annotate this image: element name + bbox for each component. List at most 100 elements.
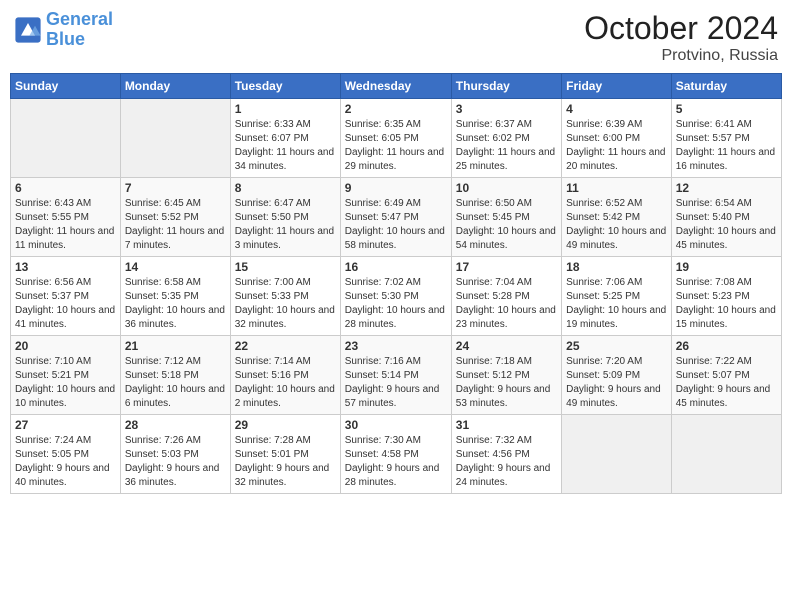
day-number: 7 <box>125 181 226 195</box>
weekday-header-row: SundayMondayTuesdayWednesdayThursdayFrid… <box>11 74 782 99</box>
day-number: 30 <box>345 418 447 432</box>
day-number: 2 <box>345 102 447 116</box>
weekday-header: Saturday <box>671 74 781 99</box>
day-info: Sunrise: 7:20 AMSunset: 5:09 PMDaylight:… <box>566 355 667 411</box>
day-number: 18 <box>566 260 667 274</box>
calendar-cell: 5Sunrise: 6:41 AMSunset: 5:57 PMDaylight… <box>671 99 781 178</box>
day-info: Sunrise: 7:18 AMSunset: 5:12 PMDaylight:… <box>456 355 557 411</box>
day-info: Sunrise: 7:00 AMSunset: 5:33 PMDaylight:… <box>235 276 336 332</box>
day-number: 8 <box>235 181 336 195</box>
day-info: Sunrise: 7:22 AMSunset: 5:07 PMDaylight:… <box>676 355 777 411</box>
day-info: Sunrise: 7:16 AMSunset: 5:14 PMDaylight:… <box>345 355 447 411</box>
day-number: 23 <box>345 339 447 353</box>
day-info: Sunrise: 7:24 AMSunset: 5:05 PMDaylight:… <box>15 434 116 490</box>
calendar-cell: 30Sunrise: 7:30 AMSunset: 4:58 PMDayligh… <box>340 415 451 494</box>
weekday-header: Sunday <box>11 74 121 99</box>
calendar-week-row: 6Sunrise: 6:43 AMSunset: 5:55 PMDaylight… <box>11 178 782 257</box>
calendar-cell: 14 Sunrise: 6:58 AMSunset: 5:35 PMDayligh… <box>120 257 230 336</box>
calendar-cell: 8 Sunrise: 6:47 AMSunset: 5:50 PMDaylight… <box>230 178 340 257</box>
day-number: 5 <box>676 102 777 116</box>
day-info: Sunrise: 7:02 AMSunset: 5:30 PMDaylight:… <box>345 276 447 332</box>
calendar-cell: 21Sunrise: 7:12 AMSunset: 5:18 PMDayligh… <box>120 336 230 415</box>
day-info: Sunrise: 7:32 AMSunset: 4:56 PMDaylight:… <box>456 434 557 490</box>
day-number: 29 <box>235 418 336 432</box>
day-number: 11 <box>566 181 667 195</box>
weekday-header: Friday <box>562 74 672 99</box>
day-info: Sunrise: 6:45 AMSunset: 5:52 PMDaylight:… <box>125 197 226 253</box>
day-number: 10 <box>456 181 557 195</box>
calendar-week-row: 13Sunrise: 6:56 AMSunset: 5:37 PMDayligh… <box>11 257 782 336</box>
day-number: 20 <box>15 339 116 353</box>
calendar-week-row: 27 Sunrise: 7:24 AMSunset: 5:05 PMDayligh… <box>11 415 782 494</box>
day-number: 12 <box>676 181 777 195</box>
weekday-header: Wednesday <box>340 74 451 99</box>
calendar-cell: 26Sunrise: 7:22 AMSunset: 5:07 PMDayligh… <box>671 336 781 415</box>
day-info: Sunrise: 7:10 AMSunset: 5:21 PMDaylight:… <box>15 355 116 411</box>
day-info: Sunrise: 7:04 AMSunset: 5:28 PMDaylight:… <box>456 276 557 332</box>
title-block: October 2024 Protvino, Russia <box>584 10 778 65</box>
day-number: 16 <box>345 260 447 274</box>
day-number: 21 <box>125 339 226 353</box>
calendar-cell: 11 Sunrise: 6:52 AMSunset: 5:42 PMDayligh… <box>562 178 672 257</box>
day-info: Sunrise: 6:49 AMSunset: 5:47 PMDaylight:… <box>345 197 447 253</box>
calendar-cell: 22 Sunrise: 7:14 AMSunset: 5:16 PMDayligh… <box>230 336 340 415</box>
calendar-cell: 2 Sunrise: 6:35 AMSunset: 6:05 PMDaylight… <box>340 99 451 178</box>
day-number: 9 <box>345 181 447 195</box>
day-number: 19 <box>676 260 777 274</box>
logo: General Blue <box>14 10 113 50</box>
weekday-header: Thursday <box>451 74 561 99</box>
calendar-cell: 1 Sunrise: 6:33 AMSunset: 6:07 PMDaylight… <box>230 99 340 178</box>
calendar-cell: 24 Sunrise: 7:18 AMSunset: 5:12 PMDayligh… <box>451 336 561 415</box>
day-info: Sunrise: 6:47 AMSunset: 5:50 PMDaylight:… <box>235 197 336 253</box>
day-number: 1 <box>235 102 336 116</box>
calendar-cell: 15 Sunrise: 7:00 AMSunset: 5:33 PMDayligh… <box>230 257 340 336</box>
calendar-cell: 3 Sunrise: 6:37 AMSunset: 6:02 PMDaylight… <box>451 99 561 178</box>
month-title: October 2024 <box>584 10 778 47</box>
day-info: Sunrise: 6:50 AMSunset: 5:45 PMDaylight:… <box>456 197 557 253</box>
calendar-cell <box>562 415 672 494</box>
day-number: 3 <box>456 102 557 116</box>
calendar-cell: 7 Sunrise: 6:45 AMSunset: 5:52 PMDaylight… <box>120 178 230 257</box>
day-info: Sunrise: 7:06 AMSunset: 5:25 PMDaylight:… <box>566 276 667 332</box>
page-header: General Blue October 2024 Protvino, Russ… <box>10 10 782 65</box>
day-number: 14 <box>125 260 226 274</box>
day-number: 15 <box>235 260 336 274</box>
day-number: 4 <box>566 102 667 116</box>
day-info: Sunrise: 6:43 AMSunset: 5:55 PMDaylight:… <box>15 197 116 253</box>
calendar-cell <box>11 99 121 178</box>
day-number: 24 <box>456 339 557 353</box>
day-number: 27 <box>15 418 116 432</box>
calendar-cell: 17Sunrise: 7:04 AMSunset: 5:28 PMDayligh… <box>451 257 561 336</box>
calendar-cell: 27 Sunrise: 7:24 AMSunset: 5:05 PMDayligh… <box>11 415 121 494</box>
day-info: Sunrise: 7:28 AMSunset: 5:01 PMDaylight:… <box>235 434 336 490</box>
location: Protvino, Russia <box>584 47 778 65</box>
calendar-cell: 10 Sunrise: 6:50 AMSunset: 5:45 PMDayligh… <box>451 178 561 257</box>
day-info: Sunrise: 6:54 AMSunset: 5:40 PMDaylight:… <box>676 197 777 253</box>
calendar-table: SundayMondayTuesdayWednesdayThursdayFrid… <box>10 73 782 494</box>
calendar-cell <box>671 415 781 494</box>
day-info: Sunrise: 6:37 AMSunset: 6:02 PMDaylight:… <box>456 118 557 174</box>
logo-line2: Blue <box>46 29 85 49</box>
day-info: Sunrise: 7:14 AMSunset: 5:16 PMDaylight:… <box>235 355 336 411</box>
calendar-cell: 6Sunrise: 6:43 AMSunset: 5:55 PMDaylight… <box>11 178 121 257</box>
day-number: 22 <box>235 339 336 353</box>
logo-text: General Blue <box>46 10 113 50</box>
day-info: Sunrise: 6:52 AMSunset: 5:42 PMDaylight:… <box>566 197 667 253</box>
calendar-cell: 19Sunrise: 7:08 AMSunset: 5:23 PMDayligh… <box>671 257 781 336</box>
day-info: Sunrise: 6:58 AMSunset: 5:35 PMDaylight:… <box>125 276 226 332</box>
calendar-cell: 31Sunrise: 7:32 AMSunset: 4:56 PMDayligh… <box>451 415 561 494</box>
weekday-header: Tuesday <box>230 74 340 99</box>
day-info: Sunrise: 6:33 AMSunset: 6:07 PMDaylight:… <box>235 118 336 174</box>
day-info: Sunrise: 6:39 AMSunset: 6:00 PMDaylight:… <box>566 118 667 174</box>
calendar-cell: 16 Sunrise: 7:02 AMSunset: 5:30 PMDayligh… <box>340 257 451 336</box>
calendar-week-row: 20 Sunrise: 7:10 AMSunset: 5:21 PMDayligh… <box>11 336 782 415</box>
day-info: Sunrise: 6:35 AMSunset: 6:05 PMDaylight:… <box>345 118 447 174</box>
calendar-cell: 9 Sunrise: 6:49 AMSunset: 5:47 PMDaylight… <box>340 178 451 257</box>
calendar-cell: 13Sunrise: 6:56 AMSunset: 5:37 PMDayligh… <box>11 257 121 336</box>
calendar-cell: 12 Sunrise: 6:54 AMSunset: 5:40 PMDayligh… <box>671 178 781 257</box>
calendar-cell: 29 Sunrise: 7:28 AMSunset: 5:01 PMDayligh… <box>230 415 340 494</box>
calendar-cell: 4 Sunrise: 6:39 AMSunset: 6:00 PMDaylight… <box>562 99 672 178</box>
calendar-cell <box>120 99 230 178</box>
day-number: 13 <box>15 260 116 274</box>
calendar-week-row: 1 Sunrise: 6:33 AMSunset: 6:07 PMDaylight… <box>11 99 782 178</box>
